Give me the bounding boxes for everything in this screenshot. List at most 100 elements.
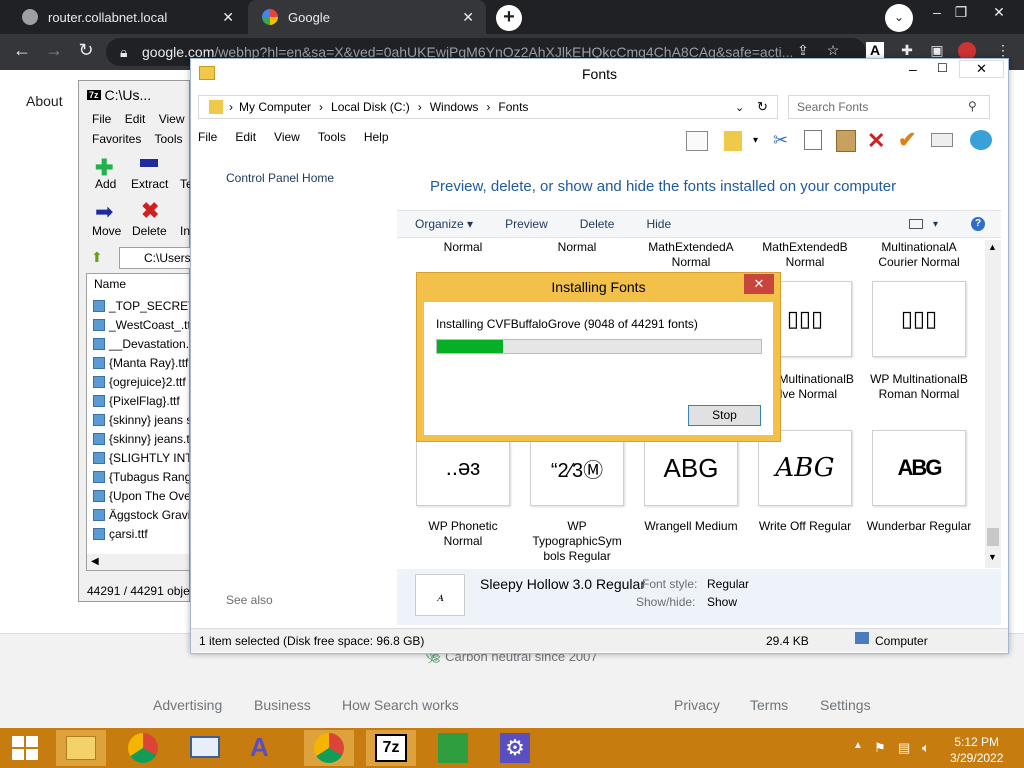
taskbar-remote-desktop[interactable] xyxy=(180,730,230,766)
close-window-icon[interactable]: ✕ xyxy=(984,4,1014,21)
taskbar-file-explorer[interactable] xyxy=(56,730,106,766)
sevenzip-path-field[interactable]: C:\Users\ xyxy=(119,247,191,269)
list-item[interactable]: _WestCoast_.ttf xyxy=(93,318,189,332)
footer-privacy[interactable]: Privacy xyxy=(674,697,720,713)
footer-how-search-works[interactable]: How Search works xyxy=(342,697,459,713)
volume-icon[interactable]: 🔈︎ xyxy=(922,740,930,756)
footer-terms[interactable]: Terms xyxy=(750,697,788,713)
menu-view[interactable]: View xyxy=(274,130,300,144)
about-link[interactable]: About xyxy=(26,93,63,109)
menu-edit[interactable]: Edit xyxy=(235,130,256,144)
font-caption[interactable]: MultinationalA Courier Normal xyxy=(864,240,974,270)
view-options-icon[interactable] xyxy=(909,219,923,229)
list-item[interactable]: {Upon The Ove xyxy=(93,489,189,503)
delete-x-icon[interactable]: ✕ xyxy=(867,128,885,154)
network-icon[interactable]: ▤ xyxy=(898,740,910,756)
list-item[interactable]: çarsi.ttf xyxy=(93,527,148,541)
footer-business[interactable]: Business xyxy=(254,697,311,713)
paste-clipboard-icon[interactable] xyxy=(836,130,856,152)
search-icon[interactable]: ⚲ xyxy=(968,99,977,113)
move-button[interactable]: Move xyxy=(92,224,121,238)
refresh-icon[interactable]: ↻ xyxy=(757,99,768,115)
browser-tab-router[interactable]: router.collabnet.local ✕ xyxy=(8,0,246,34)
action-center-flag-icon[interactable]: ⚑ xyxy=(874,740,886,756)
font-caption[interactable]: Wrangell Medium xyxy=(636,519,746,534)
web-icon[interactable] xyxy=(970,130,992,150)
delete-button[interactable]: Delete xyxy=(580,217,615,231)
scroll-thumb[interactable] xyxy=(987,528,999,546)
font-caption[interactable]: Normal xyxy=(522,240,632,255)
explorer-address-bar[interactable]: › My Computer › Local Disk (C:) › Window… xyxy=(198,95,778,119)
menu-edit[interactable]: Edit xyxy=(125,112,146,126)
menu-help[interactable]: Help xyxy=(364,130,389,144)
breadcrumb-windows[interactable]: Windows xyxy=(430,100,479,114)
list-item[interactable]: {PixelFlag}.ttf xyxy=(93,394,180,408)
back-arrow-icon[interactable]: ← xyxy=(12,40,32,61)
breadcrumb-local-disk[interactable]: Local Disk (C:) xyxy=(331,100,410,114)
font-caption[interactable]: WP Phonetic Normal xyxy=(408,519,518,549)
breadcrumb-fonts[interactable]: Fonts xyxy=(498,100,528,114)
close-window-icon[interactable]: ✕ xyxy=(959,60,1004,78)
taskbar-chrome-active[interactable] xyxy=(304,730,354,766)
list-item[interactable]: __Devastation... xyxy=(93,337,189,351)
taskbar-font-app[interactable]: A xyxy=(242,730,292,766)
preview-button[interactable]: Preview xyxy=(505,217,548,231)
list-item[interactable]: Äggstock Gravic xyxy=(93,508,189,522)
menu-view[interactable]: View xyxy=(159,112,185,126)
checkmark-icon[interactable]: ✔ xyxy=(898,127,916,153)
font-caption[interactable]: MathExtendedA Normal xyxy=(636,240,746,270)
font-tile[interactable]: ▯▯▯ xyxy=(872,281,966,357)
tab-search-button[interactable]: ⌄ xyxy=(885,4,913,32)
extract-button[interactable]: Extract xyxy=(131,177,168,191)
font-caption[interactable]: Write Off Regular xyxy=(750,519,860,534)
list-item[interactable]: {Manta Ray}.ttf xyxy=(93,356,188,370)
up-folder-icon[interactable]: ⬆ xyxy=(91,249,103,266)
close-tab-icon[interactable]: ✕ xyxy=(222,9,234,26)
footer-advertising[interactable]: Advertising xyxy=(153,697,222,713)
menu-file[interactable]: File xyxy=(198,130,217,144)
list-item[interactable]: _TOP_SECRET_... xyxy=(93,299,189,313)
close-tab-icon[interactable]: ✕ xyxy=(462,9,474,26)
folder-options-icon[interactable] xyxy=(724,131,742,151)
delete-button[interactable]: Delete xyxy=(132,224,167,238)
dialog-close-button[interactable]: ✕ xyxy=(744,274,774,294)
add-button[interactable]: Add xyxy=(95,177,116,191)
hide-button[interactable]: Hide xyxy=(646,217,671,231)
font-caption[interactable]: Normal xyxy=(408,240,518,255)
organize-button[interactable]: Organize ▾ xyxy=(415,217,473,231)
control-panel-home-link[interactable]: Control Panel Home xyxy=(226,171,334,185)
menu-file[interactable]: File xyxy=(92,112,111,126)
taskbar-chrome[interactable] xyxy=(118,730,168,766)
reload-icon[interactable]: ↻ xyxy=(76,40,96,61)
browser-tab-google[interactable]: Google ✕ xyxy=(248,0,486,34)
options-dropdown-icon[interactable]: ▾ xyxy=(753,135,758,146)
taskbar-clock[interactable]: 5:12 PM 3/29/2022 xyxy=(950,734,1003,766)
font-caption[interactable]: WP TypographicSym bols Regular xyxy=(522,519,632,564)
layout-pane-icon[interactable] xyxy=(686,131,708,151)
help-icon[interactable]: ? xyxy=(971,217,985,231)
new-tab-button[interactable]: + xyxy=(496,5,522,31)
cut-scissors-icon[interactable]: ✂ xyxy=(773,130,788,151)
list-item[interactable]: {ogrejuice}2.ttf xyxy=(93,375,186,389)
forward-arrow-icon[interactable]: → xyxy=(44,40,64,61)
horizontal-scrollbar[interactable]: ◀ xyxy=(87,554,189,570)
menu-favorites[interactable]: Favorites xyxy=(92,132,141,146)
maximize-icon[interactable]: ☐ xyxy=(937,61,948,75)
taskbar-7zip[interactable]: 7z xyxy=(366,730,416,766)
font-tile[interactable]: ABG xyxy=(872,430,966,506)
tray-expand-icon[interactable]: ▲ xyxy=(853,740,863,751)
font-caption[interactable]: WP MultinationalB Roman Normal xyxy=(864,372,974,402)
view-dropdown-icon[interactable]: ▾ xyxy=(933,219,938,230)
menu-tools[interactable]: Tools xyxy=(154,132,182,146)
info-button[interactable]: In xyxy=(180,224,190,238)
footer-settings[interactable]: Settings xyxy=(820,697,871,713)
menu-tools[interactable]: Tools xyxy=(318,130,346,144)
font-caption[interactable]: MathExtendedB Normal xyxy=(750,240,860,270)
taskbar-settings[interactable]: ⚙ xyxy=(490,730,540,766)
stop-button[interactable]: Stop xyxy=(688,405,761,426)
properties-icon[interactable] xyxy=(931,133,953,147)
scroll-up-icon[interactable]: ▲ xyxy=(988,242,997,252)
address-dropdown-icon[interactable]: ⌄ xyxy=(735,101,744,114)
list-item[interactable]: {skinny} jeans s xyxy=(93,413,189,427)
list-item[interactable]: {SLIGHTLY INTO xyxy=(93,451,189,465)
